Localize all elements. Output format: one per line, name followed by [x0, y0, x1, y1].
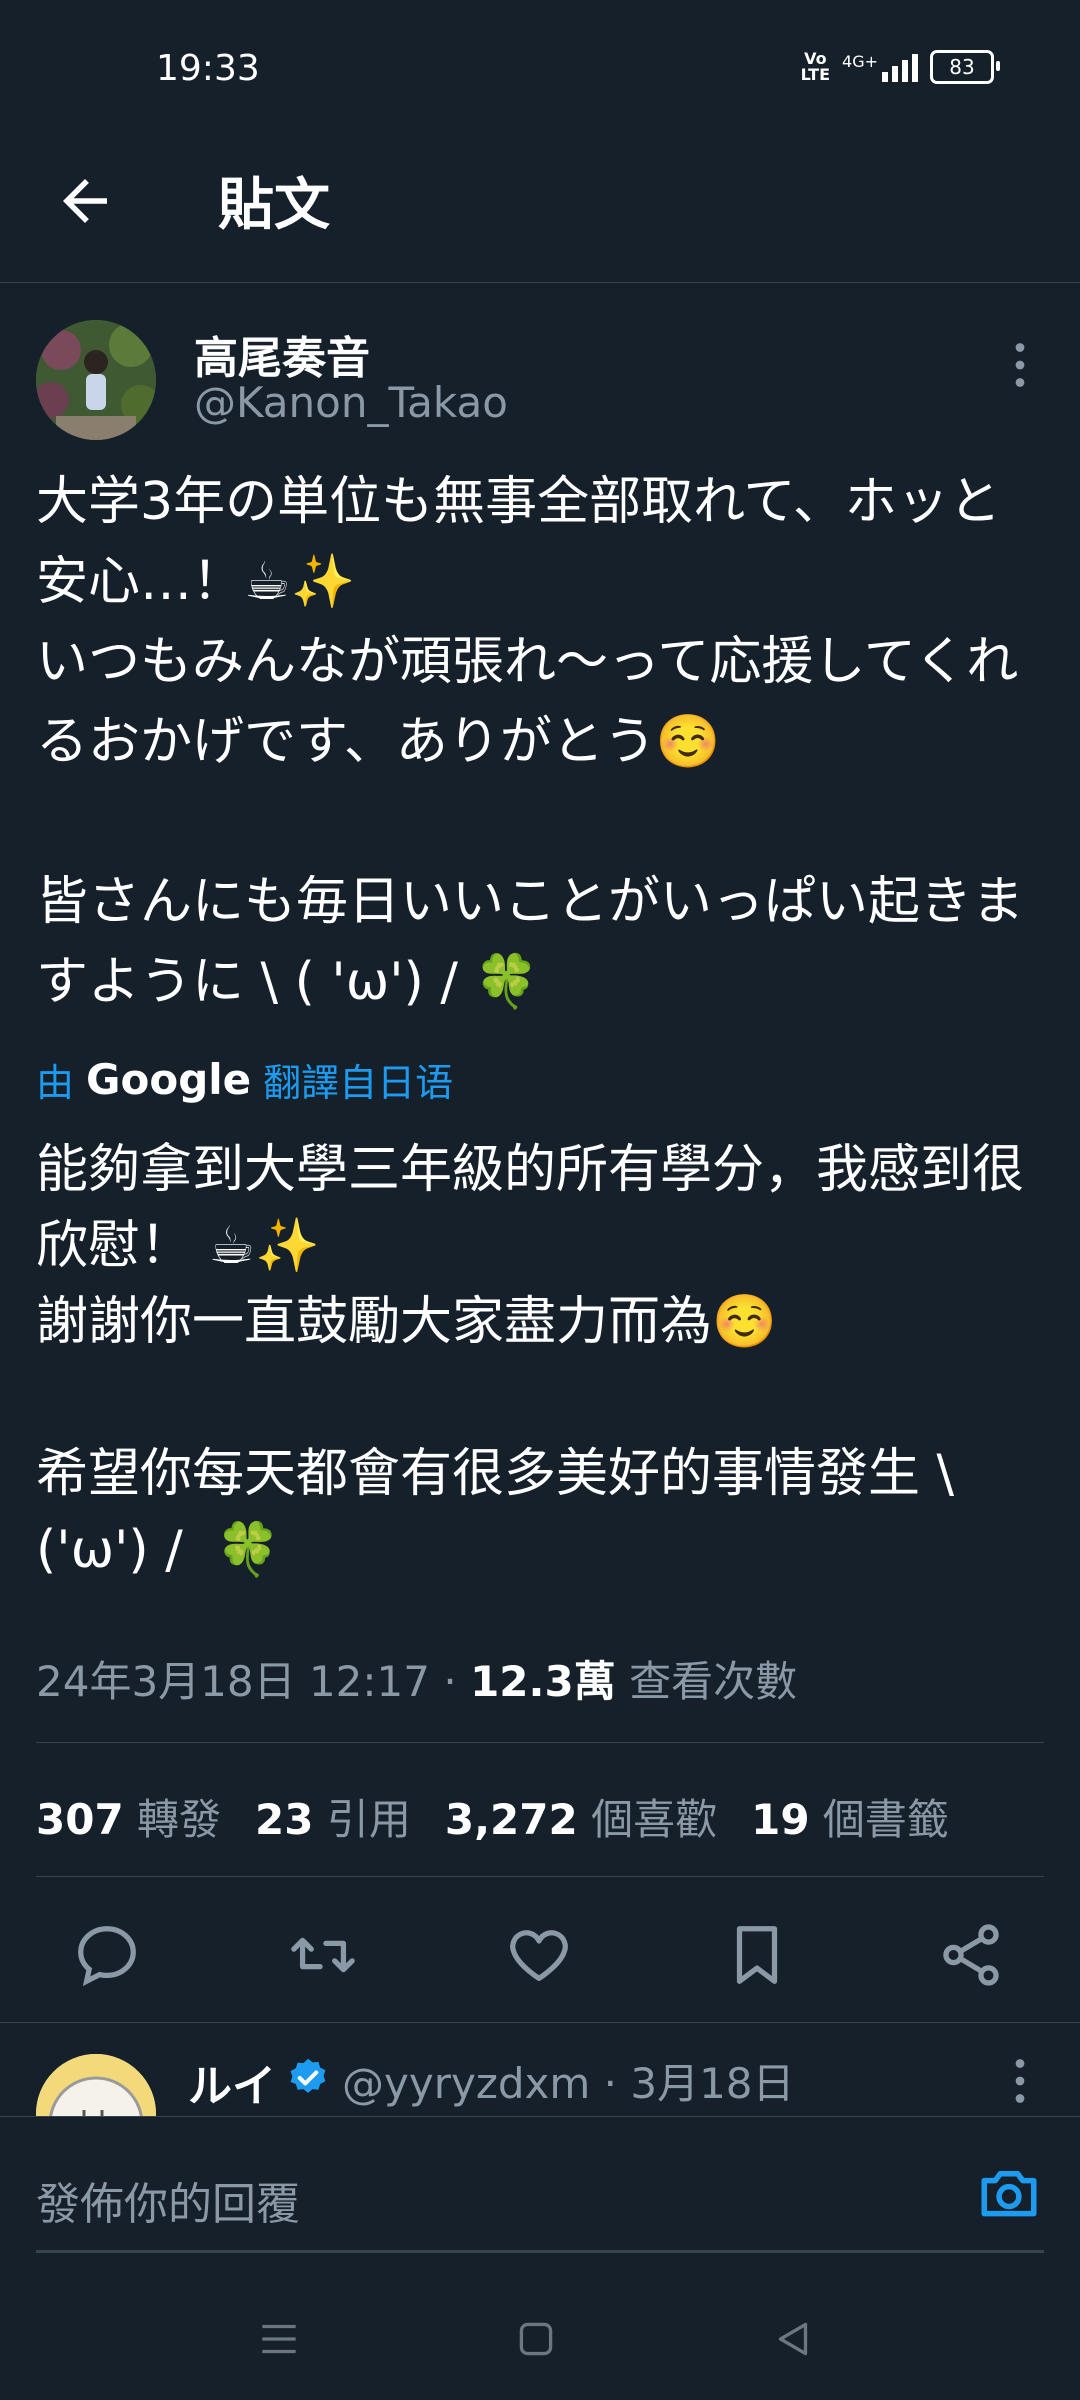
tweet-text: 大学3年の単位も無事全部取れて、ホッと安心…！☕✨ いつもみんなが頑張れ〜って応… [36, 472, 1025, 1012]
translate-suffix: 翻譯自日语 [263, 1061, 454, 1105]
translate-prefix: 由 [36, 1061, 75, 1105]
menu-nav-icon[interactable] [254, 2314, 304, 2364]
top-app-bar [0, 140, 1080, 283]
input-underline [36, 2250, 1044, 2253]
divider [36, 1876, 1044, 1877]
bookmarks-stat[interactable]: 19 個書籤 [751, 1786, 949, 1847]
verified-badge-icon [290, 2058, 326, 2093]
reply-input[interactable]: 發佈你的回覆 [36, 2168, 300, 2232]
engagement-stats: 307 轉發 23 引用 3,272 個喜歡 19 個書籤 [36, 1786, 949, 1847]
quotes-stat[interactable]: 23 引用 [255, 1786, 411, 1847]
battery-icon: 83 [930, 50, 1000, 84]
views-label: 查看次數 [629, 1657, 798, 1706]
avatar-photo [36, 320, 156, 440]
status-icons: Vo LTE 4G+ 83 [800, 49, 1000, 84]
home-nav-icon[interactable] [511, 2314, 561, 2364]
reply-author-name[interactable]: ルイ [188, 2050, 276, 2114]
like-icon[interactable] [504, 1920, 574, 1990]
divider [0, 2022, 1080, 2023]
meta-separator: · [443, 1657, 457, 1706]
status-time: 19:33 [156, 48, 260, 89]
more-options-icon[interactable] [1000, 340, 1040, 390]
translated-text: 能夠拿到大學三年級的所有學分，我感到很欣慰！ ☕✨ 謝謝你一直鼓勵大家盡力而為☺… [36, 1140, 1025, 1580]
reply-more-options-icon[interactable] [1000, 2056, 1040, 2106]
retweets-stat[interactable]: 307 轉發 [36, 1786, 221, 1847]
likes-stat[interactable]: 3,272 個喜歡 [445, 1786, 717, 1847]
tweet-action-bar [0, 1880, 1080, 2020]
google-logo: Google [86, 1055, 252, 1104]
signal-icon: 4G+ [842, 52, 918, 82]
share-icon[interactable] [936, 1920, 1006, 1990]
tweet-meta: 24年3月18日 12:17 · 12.3萬 查看次數 [36, 1648, 797, 1709]
back-arrow-icon[interactable] [52, 168, 118, 234]
camera-icon[interactable] [976, 2160, 1042, 2226]
author-handle[interactable]: @Kanon_Takao [194, 378, 508, 427]
volte-icon: Vo LTE [800, 49, 831, 84]
back-nav-icon[interactable] [768, 2314, 818, 2364]
reply-handle-date[interactable]: @yyryzdxm · 3月18日 [342, 2050, 795, 2111]
divider [36, 1742, 1044, 1743]
retweet-icon[interactable] [288, 1920, 358, 1990]
bookmark-icon[interactable] [722, 1920, 792, 1990]
author-name[interactable]: 高尾奏音 [194, 322, 370, 386]
tweet-timestamp[interactable]: 24年3月18日 12:17 [36, 1657, 430, 1706]
reply-icon[interactable] [72, 1920, 142, 1990]
translation-attribution[interactable]: 由 Google 翻譯自日语 [36, 1052, 453, 1107]
views-count: 12.3萬 [470, 1657, 616, 1706]
page-title: 貼文 [218, 173, 330, 238]
author-avatar[interactable] [36, 320, 156, 440]
